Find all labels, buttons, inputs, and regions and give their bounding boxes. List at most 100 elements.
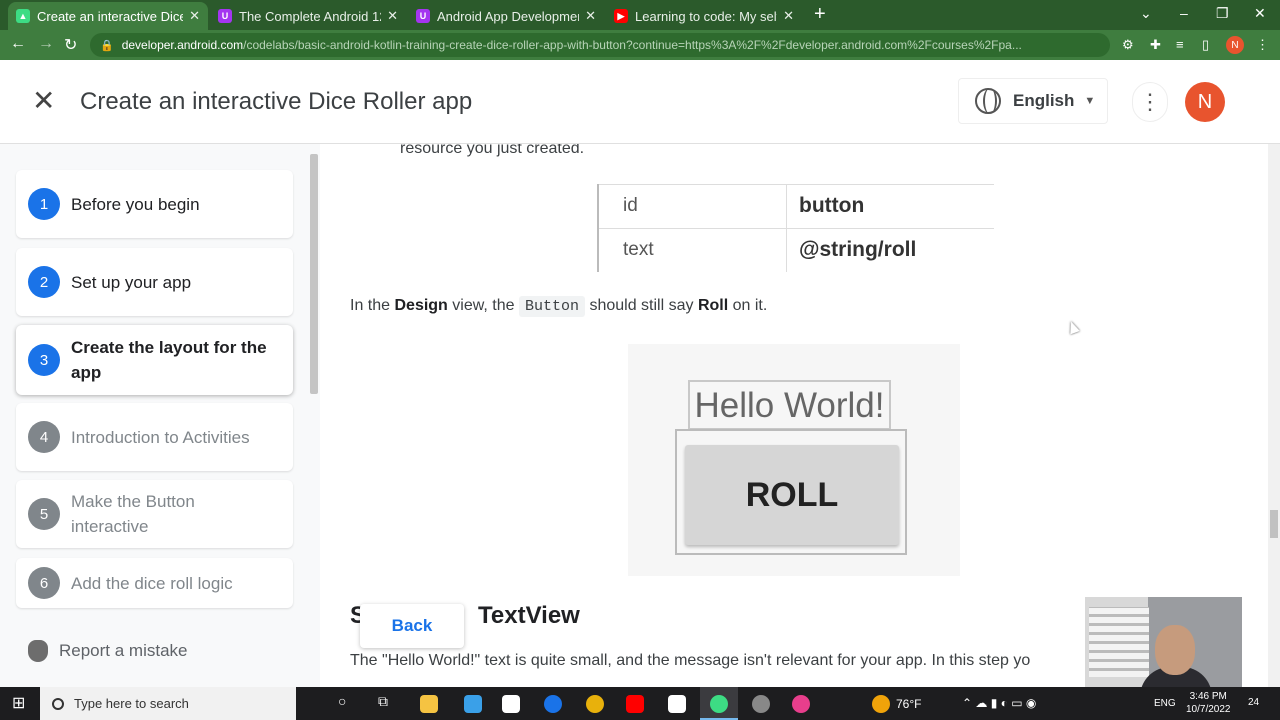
layout-preview-image: Hello World! ROLL (628, 344, 960, 576)
tab-search-icon[interactable]: ⌄ (1140, 5, 1152, 22)
step-number: 4 (28, 421, 60, 453)
step-number: 3 (28, 344, 60, 376)
taskbar-clock[interactable]: 3:46 PM 10/7/2022 (1186, 690, 1231, 716)
tab-android-app-dev[interactable]: U Android App Development f ✕ (408, 2, 604, 30)
minimize-icon[interactable]: – (1180, 5, 1188, 21)
close-window-icon[interactable]: ✕ (1254, 5, 1266, 22)
cortana-icon[interactable]: ○ (338, 693, 346, 709)
globe-icon (975, 88, 1001, 114)
puzzle-icon[interactable]: ✚ (1150, 37, 1161, 53)
search-placeholder: Type here to search (74, 696, 189, 711)
report-label: Report a mistake (59, 641, 188, 660)
tab-close-icon[interactable]: ✕ (585, 8, 596, 24)
weather-icon (872, 695, 890, 713)
amazon-icon[interactable] (668, 695, 686, 713)
windows-start-icon[interactable]: ⊞ (12, 693, 25, 713)
search-icon (52, 697, 64, 710)
file-explorer-icon[interactable] (420, 695, 438, 713)
table-row: id button (599, 184, 994, 228)
step-5[interactable]: 5 Make the Button interactive (16, 480, 293, 548)
store-icon[interactable] (464, 695, 482, 713)
word-icon[interactable] (544, 695, 562, 713)
avatar[interactable]: N (1185, 82, 1225, 122)
windows-taskbar: ⊞ Type here to search ○ ⧉ 76°F ⌃ ☁ ▮ ◐ ▭… (0, 687, 1280, 720)
attr-key: id (623, 195, 638, 216)
tab-label: The Complete Android 12 D (239, 8, 381, 24)
step-number: 6 (28, 567, 60, 599)
caret-down-icon: ▼ (1084, 95, 1096, 107)
heading-end: TextView (478, 602, 580, 629)
clock-time: 3:46 PM (1189, 691, 1227, 702)
extension-icon[interactable]: ⚙ (1122, 37, 1134, 53)
tab-close-icon[interactable]: ✕ (387, 8, 398, 24)
more-options-icon[interactable]: ⋮ (1132, 82, 1168, 122)
close-icon[interactable]: ✕ (32, 87, 55, 115)
chrome-profile-icon[interactable] (710, 695, 728, 713)
youtube-icon: ▶ (614, 9, 628, 23)
step-number: 2 (28, 266, 60, 298)
hello-world-paragraph: The "Hello World!" text is quite small, … (350, 652, 1031, 669)
notification-badge[interactable]: 24 (1248, 697, 1259, 708)
task-view-icon[interactable]: ⧉ (378, 693, 388, 710)
text: should still say (585, 297, 698, 314)
chrome-icon[interactable] (586, 695, 604, 713)
profile-avatar[interactable]: N (1226, 36, 1244, 54)
inline-code: Button (518, 296, 585, 317)
step-label: Set up your app (71, 272, 192, 292)
tab-close-icon[interactable]: ✕ (189, 8, 200, 24)
step-3[interactable]: 3 Create the layout for the app (16, 325, 293, 395)
sidepanel-icon[interactable]: ▯ (1202, 37, 1209, 53)
lock-icon: 🔒 (100, 39, 114, 52)
page-scrollbar[interactable] (1268, 144, 1280, 687)
youtube-icon[interactable] (626, 695, 644, 713)
taskbar-search[interactable]: Type here to search (40, 687, 296, 720)
text: In the (350, 297, 395, 314)
report-mistake-link[interactable]: Report a mistake (28, 640, 188, 662)
webcam-person-head (1155, 625, 1195, 675)
tab-android-12[interactable]: U The Complete Android 12 D ✕ (210, 2, 406, 30)
step-1[interactable]: 1 Before you begin (16, 170, 293, 238)
bug-icon (28, 640, 48, 662)
hello-world-textview: Hello World! (688, 380, 891, 430)
new-tab-icon[interactable]: + (814, 4, 826, 24)
attribute-table: id button text @string/roll (597, 184, 994, 272)
tab-learning-to-code[interactable]: ▶ Learning to code: My self ta ✕ (606, 2, 802, 30)
reload-icon[interactable]: ↻ (64, 35, 77, 55)
step-6[interactable]: 6 Add the dice roll logic (16, 558, 293, 608)
url-host: developer.android.com (121, 38, 244, 52)
tray-icons[interactable]: ⌃ ☁ ▮ ◐ ▭ ◉ (962, 696, 1036, 710)
language-label: English (1013, 91, 1075, 110)
address-bar[interactable]: 🔒 developer.android.com/codelabs/basic-a… (90, 33, 1110, 57)
step-4[interactable]: 4 Introduction to Activities (16, 403, 293, 471)
step-number: 1 (28, 188, 60, 220)
back-button[interactable]: Back (360, 604, 464, 648)
language-indicator[interactable]: ENG (1154, 698, 1176, 709)
scrollbar-thumb[interactable] (1270, 510, 1278, 538)
tab-dice-roller[interactable]: ▲ Create an interactive Dice Ro ✕ (8, 2, 208, 30)
weather-temp[interactable]: 76°F (896, 697, 921, 711)
playlist-icon[interactable]: ≡ (1176, 37, 1184, 52)
udemy-icon: U (416, 9, 430, 23)
maximize-icon[interactable]: ❐ (1216, 5, 1229, 22)
camera-app-icon[interactable] (792, 695, 810, 713)
tab-label: Learning to code: My self ta (635, 8, 777, 24)
page-title: Create an interactive Dice Roller app (80, 88, 473, 115)
tab-label: Create an interactive Dice Ro (37, 8, 184, 24)
back-arrow-icon[interactable]: ← (10, 35, 26, 53)
design-view-paragraph: In the Design view, the Button should st… (350, 296, 767, 317)
button-selection-frame: ROLL (675, 429, 907, 555)
menu-icon[interactable]: ⋮ (1256, 37, 1269, 53)
attr-value: button (799, 194, 865, 217)
tab-close-icon[interactable]: ✕ (783, 8, 794, 24)
forward-arrow-icon[interactable]: → (38, 35, 54, 53)
language-selector[interactable]: English ▼ (958, 78, 1108, 124)
step-label: Make the Button interactive (71, 492, 195, 536)
screen-recorder-icon[interactable] (752, 695, 770, 713)
tab-label: Android App Development f (437, 8, 579, 24)
wikipedia-icon[interactable] (502, 695, 520, 713)
udemy-icon: U (218, 9, 232, 23)
webcam-stairs (1089, 607, 1149, 677)
step-2[interactable]: 2 Set up your app (16, 248, 293, 316)
sidebar-scrollbar[interactable] (310, 154, 318, 394)
table-row: text @string/roll (599, 228, 994, 272)
